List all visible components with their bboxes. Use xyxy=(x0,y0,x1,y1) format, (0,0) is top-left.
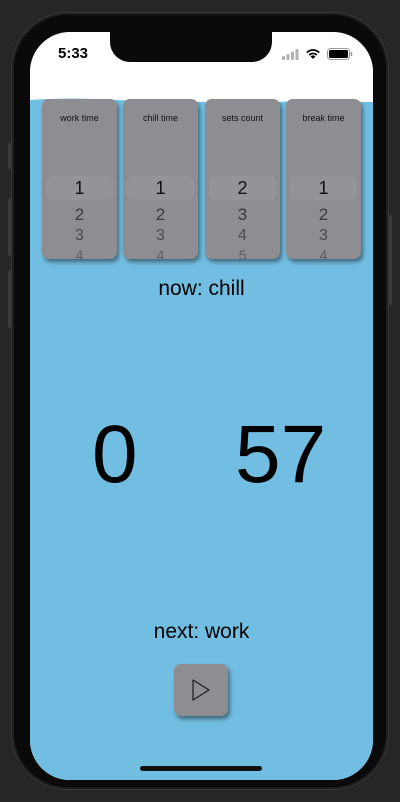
picker-option[interactable]: 4 xyxy=(123,247,198,259)
picker-option[interactable]: 3 xyxy=(286,227,361,245)
picker-option[interactable]: 2 xyxy=(123,205,198,225)
picker-row: work time 1 2 3 4 chill time 1 2 3 4 set… xyxy=(42,99,362,259)
current-phase-label: now: chill xyxy=(158,277,245,300)
mute-switch xyxy=(8,143,12,169)
picker-chill-time[interactable]: chill time 1 2 3 4 xyxy=(123,99,198,259)
picker-option[interactable]: 3 xyxy=(123,227,198,245)
volume-up-button xyxy=(8,198,12,256)
picker-option[interactable]: 3 xyxy=(205,205,280,225)
picker-option[interactable]: 2 xyxy=(42,205,117,225)
cellular-icon xyxy=(282,48,299,60)
play-icon xyxy=(192,679,210,701)
picker-selected-value[interactable]: 1 xyxy=(42,178,117,199)
picker-selected-value[interactable]: 1 xyxy=(286,178,361,199)
home-indicator[interactable] xyxy=(140,766,262,771)
picker-label: work time xyxy=(60,113,99,123)
picker-option[interactable]: 5 xyxy=(205,247,280,259)
picker-option[interactable]: 2 xyxy=(286,205,361,225)
status-icons xyxy=(282,48,353,60)
status-time: 5:33 xyxy=(58,45,89,62)
picker-selected-value[interactable]: 2 xyxy=(205,178,280,199)
notch xyxy=(110,32,272,62)
timer-seconds: 57 xyxy=(235,409,327,500)
timer-minutes: 0 xyxy=(92,409,138,500)
picker-option[interactable]: 4 xyxy=(42,247,117,259)
volume-down-button xyxy=(8,270,12,328)
picker-sets-count[interactable]: sets count 2 3 4 5 xyxy=(205,99,280,259)
status-bar: 5:33 xyxy=(30,32,373,82)
picker-option[interactable]: 3 xyxy=(42,227,117,245)
picker-option[interactable]: 4 xyxy=(205,227,280,245)
power-button xyxy=(388,215,392,305)
app-screen: 5:33 work time 1 2 3 4 chill time 1 2 3 … xyxy=(30,32,373,780)
battery-icon xyxy=(327,48,353,60)
next-phase-label: next: work xyxy=(153,620,250,643)
wifi-icon xyxy=(306,49,320,59)
picker-label: sets count xyxy=(221,113,264,123)
picker-selected-value[interactable]: 1 xyxy=(123,178,198,199)
picker-option[interactable]: 4 xyxy=(286,247,361,259)
picker-label: chill time xyxy=(142,113,178,123)
play-button[interactable] xyxy=(174,664,228,716)
picker-label: break time xyxy=(302,113,345,123)
picker-break-time[interactable]: break time 1 2 3 4 xyxy=(286,99,361,259)
picker-work-time[interactable]: work time 1 2 3 4 xyxy=(42,99,117,259)
